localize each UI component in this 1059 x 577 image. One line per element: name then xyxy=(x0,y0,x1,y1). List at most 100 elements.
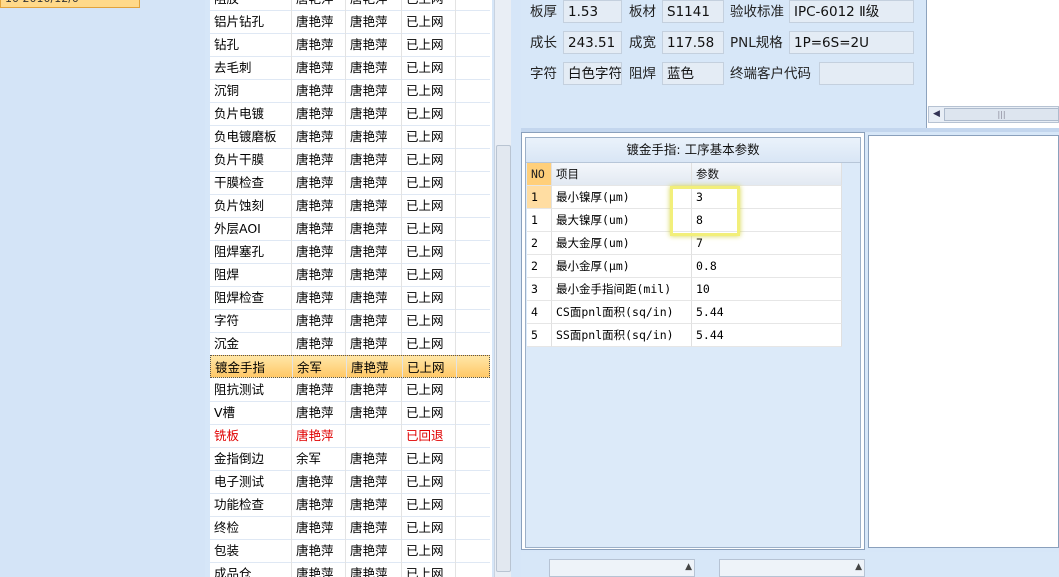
process-row[interactable]: 电子测试 唐艳萍 唐艳萍 已上网 xyxy=(210,470,490,494)
process-name-cell: 负电镀磨板 xyxy=(210,125,292,148)
length-field[interactable]: 243.51 xyxy=(563,31,622,54)
param-row[interactable]: 4 CS面pnl面积(sq/in) 5.44 xyxy=(527,301,842,324)
process-list-scroll-thumb[interactable] xyxy=(496,145,511,572)
param-value-cell: 0.8 xyxy=(692,255,842,278)
process-row[interactable]: 负片干膜 唐艳萍 唐艳萍 已上网 xyxy=(210,148,490,172)
process-row[interactable]: 成品仓 唐艳萍 唐艳萍 已上网 xyxy=(210,562,490,577)
length-label: 成长 xyxy=(530,35,557,51)
header-value[interactable]: 参数 xyxy=(692,163,842,186)
operator-cell: 唐艳萍 xyxy=(292,148,346,171)
param-row[interactable]: 3 最小金手指间距(mil) 10 xyxy=(527,278,842,301)
board-thickness-label: 板厚 xyxy=(530,4,557,20)
left-selected-item[interactable]: 10 2010/12/0 xyxy=(0,0,140,8)
status-cell: 已上网 xyxy=(402,378,456,401)
reviewer-cell: 唐艳萍 xyxy=(346,10,402,33)
process-row[interactable]: 终检 唐艳萍 唐艳萍 已上网 xyxy=(210,516,490,540)
board-thickness-field[interactable]: 1.53 xyxy=(563,0,622,23)
right-mid-box xyxy=(868,135,1059,548)
param-no-cell: 2 xyxy=(527,232,552,255)
status-cell: 已上网 xyxy=(402,263,456,286)
process-row[interactable]: 负片电镀 唐艳萍 唐艳萍 已上网 xyxy=(210,102,490,126)
arrow-left-icon[interactable]: ◀ xyxy=(930,108,943,121)
header-item[interactable]: 项目 xyxy=(552,163,692,186)
process-row[interactable]: 负片蚀刻 唐艳萍 唐艳萍 已上网 xyxy=(210,194,490,218)
chevron-up-icon: ▲ xyxy=(685,562,692,572)
reviewer-cell: 唐艳萍 xyxy=(346,401,402,424)
reviewer-cell xyxy=(346,424,402,447)
process-row[interactable]: 阻焊塞孔 唐艳萍 唐艳萍 已上网 xyxy=(210,240,490,264)
process-row[interactable]: 钻孔 唐艳萍 唐艳萍 已上网 xyxy=(210,33,490,57)
process-row[interactable]: 负电镀磨板 唐艳萍 唐艳萍 已上网 xyxy=(210,125,490,149)
process-name-cell: 镀金手指 xyxy=(211,356,293,379)
reviewer-cell: 唐艳萍 xyxy=(346,263,402,286)
status-cell: 已上网 xyxy=(403,356,457,379)
order-info-panel: 板厚 1.53 板材 S1141 验收标准 IPC-6012 Ⅱ级 成长 243… xyxy=(521,0,926,128)
status-cell: 已上网 xyxy=(402,0,456,10)
customer-code-label: 终端客户代码 xyxy=(730,66,811,82)
status-cell: 已上网 xyxy=(402,401,456,424)
reviewer-cell: 唐艳萍 xyxy=(346,125,402,148)
standard-field[interactable]: IPC-6012 Ⅱ级 xyxy=(789,0,914,23)
pnl-field[interactable]: 1P=6S=2U xyxy=(789,31,914,54)
status-cell: 已上网 xyxy=(402,332,456,355)
operator-cell: 唐艳萍 xyxy=(292,102,346,125)
reviewer-cell: 唐艳萍 xyxy=(346,0,402,10)
status-cell: 已上网 xyxy=(402,562,456,577)
reviewer-cell: 唐艳萍 xyxy=(346,171,402,194)
mask-field[interactable]: 蓝色 xyxy=(662,62,724,85)
param-item-cell: 最小金手指间距(mil) xyxy=(552,278,692,301)
process-row[interactable]: 功能检查 唐艳萍 唐艳萍 已上网 xyxy=(210,493,490,517)
width-field[interactable]: 117.58 xyxy=(662,31,724,54)
bottom-select-right[interactable]: ▲ xyxy=(719,559,865,577)
process-row[interactable]: 干膜检查 唐艳萍 唐艳萍 已上网 xyxy=(210,171,490,195)
process-row[interactable]: V槽 唐艳萍 唐艳萍 已上网 xyxy=(210,401,490,425)
process-name-cell: V槽 xyxy=(210,401,292,424)
status-cell: 已上网 xyxy=(402,148,456,171)
status-cell: 已上网 xyxy=(402,240,456,263)
status-cell: 已回退 xyxy=(402,424,456,447)
process-row[interactable]: 字符 唐艳萍 唐艳萍 已上网 xyxy=(210,309,490,333)
splitter[interactable] xyxy=(511,0,521,577)
reviewer-cell: 唐艳萍 xyxy=(346,516,402,539)
status-cell: 已上网 xyxy=(402,102,456,125)
status-cell: 已上网 xyxy=(402,10,456,33)
reviewer-cell: 唐艳萍 xyxy=(346,217,402,240)
process-row[interactable]: 阻焊 唐艳萍 唐艳萍 已上网 xyxy=(210,263,490,287)
reviewer-cell: 唐艳萍 xyxy=(346,79,402,102)
process-row[interactable]: 沉铜 唐艳萍 唐艳萍 已上网 xyxy=(210,79,490,103)
status-cell: 已上网 xyxy=(402,309,456,332)
process-row[interactable]: 去毛刺 唐艳萍 唐艳萍 已上网 xyxy=(210,56,490,80)
horizontal-scroll-thumb[interactable]: ||| xyxy=(944,108,1059,121)
header-no[interactable]: NO xyxy=(527,163,552,186)
process-name-cell: 负片干膜 xyxy=(210,148,292,171)
process-row[interactable]: 铣板 唐艳萍 已回退 xyxy=(210,424,490,448)
customer-code-field[interactable] xyxy=(819,62,914,85)
status-cell: 已上网 xyxy=(402,56,456,79)
reviewer-cell: 唐艳萍 xyxy=(347,356,403,379)
reviewer-cell: 唐艳萍 xyxy=(346,102,402,125)
process-row[interactable]: 阻焊检查 唐艳萍 唐艳萍 已上网 xyxy=(210,286,490,310)
process-name-cell: 功能检查 xyxy=(210,493,292,516)
process-row[interactable]: 金指倒边 余军 唐艳萍 已上网 xyxy=(210,447,490,471)
left-panel xyxy=(0,0,205,577)
process-row[interactable]: 外层AOI 唐艳萍 唐艳萍 已上网 xyxy=(210,217,490,241)
process-row[interactable]: 包装 唐艳萍 唐艳萍 已上网 xyxy=(210,539,490,563)
process-row[interactable]: 沉金 唐艳萍 唐艳萍 已上网 xyxy=(210,332,490,356)
char-field[interactable]: 白色字符 xyxy=(563,62,622,85)
reviewer-cell: 唐艳萍 xyxy=(346,56,402,79)
material-field[interactable]: S1141 xyxy=(662,0,724,23)
operator-cell: 唐艳萍 xyxy=(292,562,346,577)
reviewer-cell: 唐艳萍 xyxy=(346,332,402,355)
process-row[interactable]: 铝片钻孔 唐艳萍 唐艳萍 已上网 xyxy=(210,10,490,34)
bottom-select-left[interactable]: ▲ xyxy=(549,559,695,577)
param-row[interactable]: 2 最小金厚(μm) 0.8 xyxy=(527,255,842,278)
reviewer-cell: 唐艳萍 xyxy=(346,470,402,493)
param-row[interactable]: 5 SS面pnl面积(sq/in) 5.44 xyxy=(527,324,842,347)
process-row[interactable]: 阻抗测试 唐艳萍 唐艳萍 已上网 xyxy=(210,378,490,402)
process-name-cell: 字符 xyxy=(210,309,292,332)
reviewer-cell: 唐艳萍 xyxy=(346,378,402,401)
reviewer-cell: 唐艳萍 xyxy=(346,240,402,263)
process-name-cell: 干膜检查 xyxy=(210,171,292,194)
operator-cell: 唐艳萍 xyxy=(292,217,346,240)
process-row[interactable]: 镀金手指 余军 唐艳萍 已上网 xyxy=(210,355,490,379)
